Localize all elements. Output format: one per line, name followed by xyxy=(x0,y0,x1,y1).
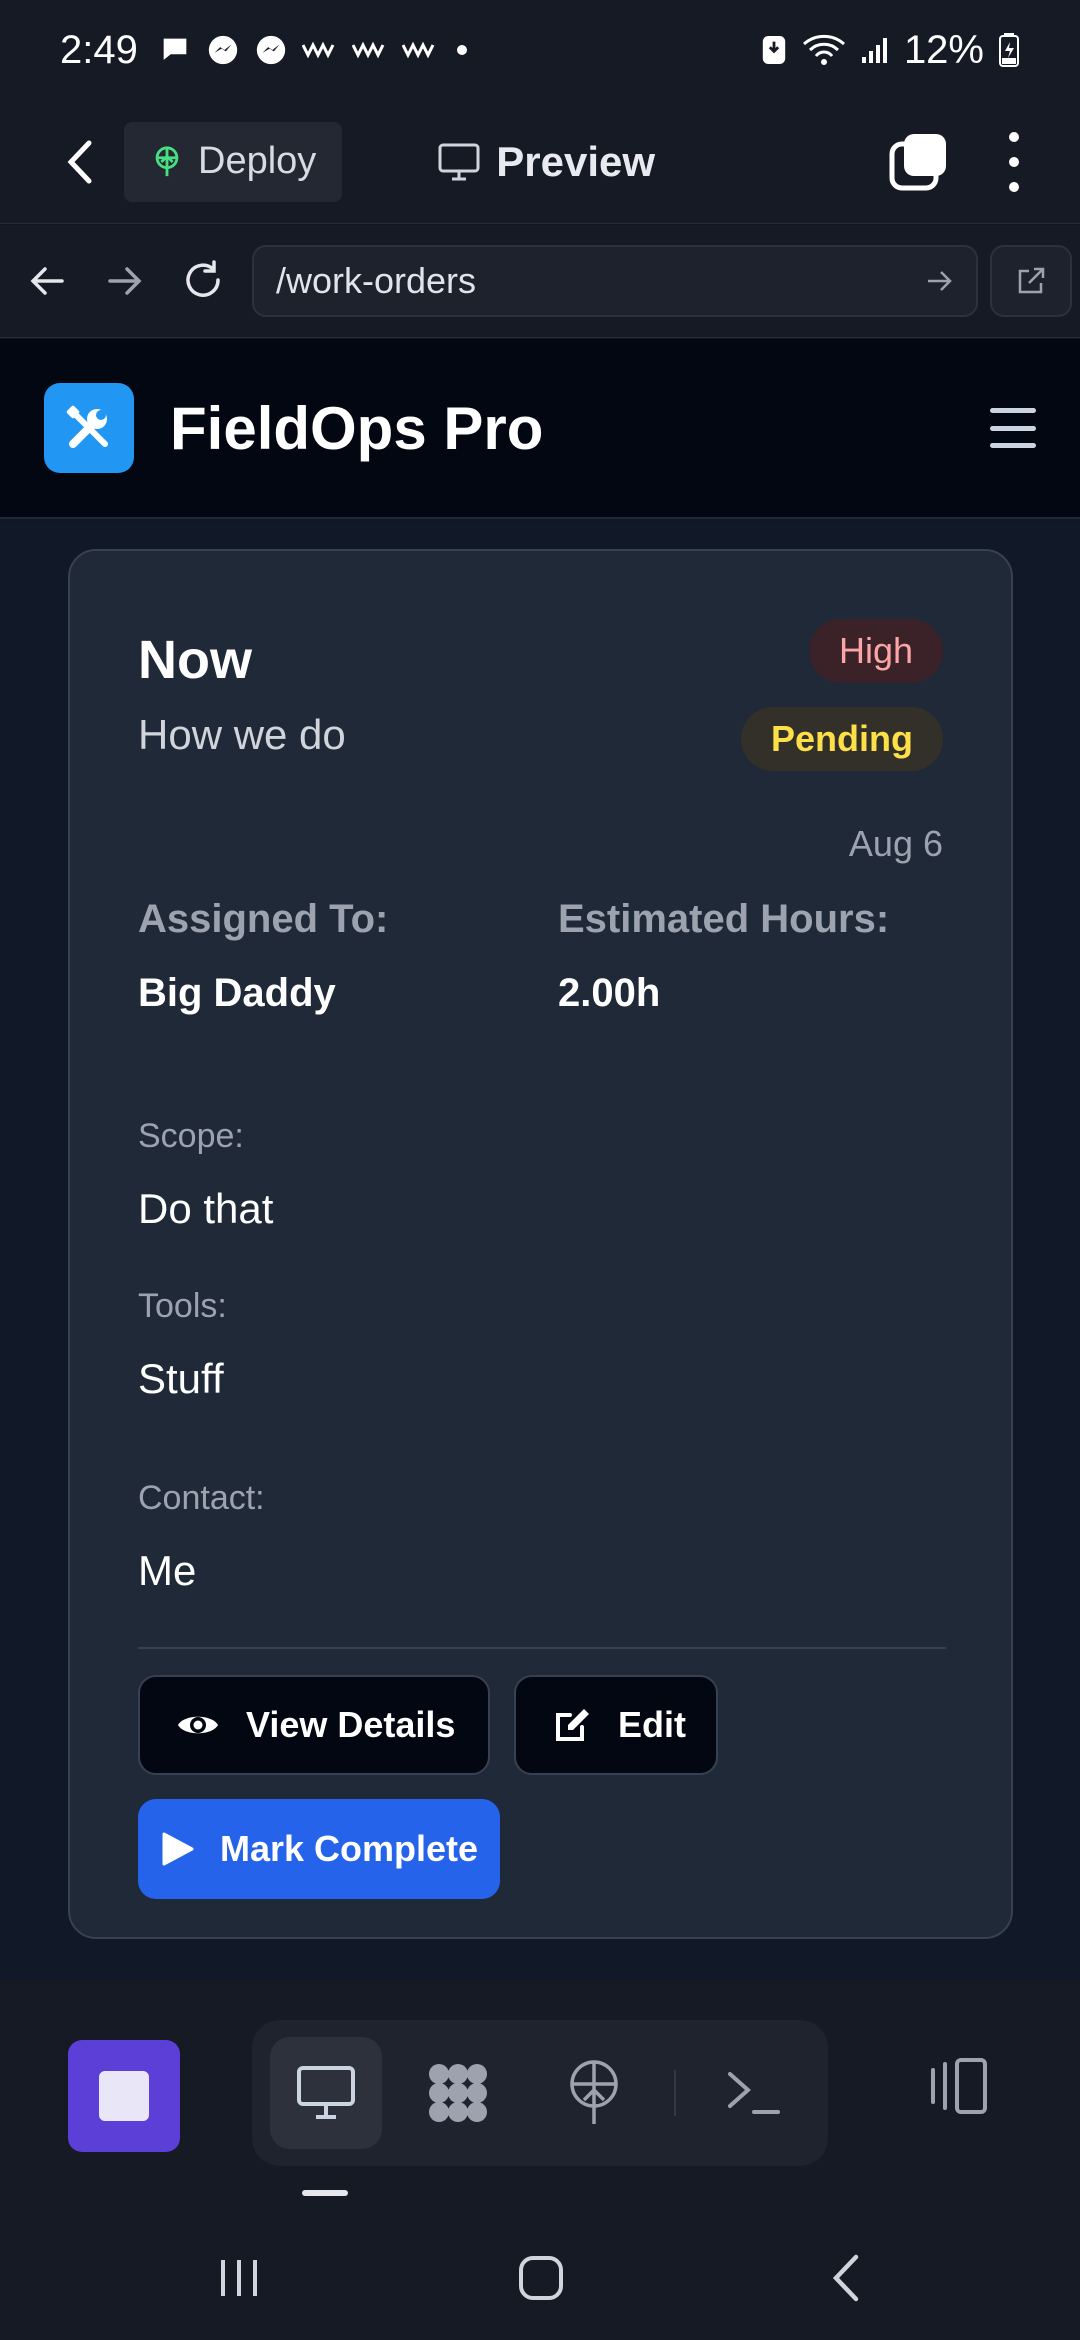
mark-complete-label: Mark Complete xyxy=(220,1828,479,1869)
preview-tab[interactable]: Preview xyxy=(438,138,655,186)
eye-icon xyxy=(178,1716,218,1734)
view-details-label: View Details xyxy=(246,1704,456,1745)
notification-icons xyxy=(158,33,472,67)
messenger-icon xyxy=(208,35,238,65)
hours-value: 2.00h xyxy=(558,971,661,1015)
wave-icon-2 xyxy=(351,41,385,59)
messenger-icon-2 xyxy=(256,35,286,65)
terminal-mode-button[interactable] xyxy=(698,2037,810,2149)
mode-switcher xyxy=(252,2020,828,2166)
dot-icon xyxy=(456,45,467,55)
url-bar: /work-orders xyxy=(0,225,1080,338)
browser-back-button[interactable] xyxy=(12,246,82,316)
stop-icon xyxy=(99,2071,149,2121)
url-input[interactable]: /work-orders xyxy=(252,245,978,317)
work-order-card: Now How we do High Pending Aug 6 Assigne… xyxy=(68,549,1013,1939)
chat-bubble-icon xyxy=(163,38,187,60)
android-navigation-bar xyxy=(0,2215,1080,2340)
mode-separator xyxy=(674,2070,676,2116)
view-details-button[interactable]: View Details xyxy=(138,1675,490,1775)
deploy-mode-button[interactable] xyxy=(538,2037,650,2149)
reload-icon xyxy=(186,260,220,297)
battery-saver-icon xyxy=(762,36,786,64)
tabs-icon[interactable] xyxy=(888,132,948,192)
home-icon xyxy=(519,2256,563,2300)
work-order-date: Aug 6 xyxy=(848,823,943,864)
wave-icon xyxy=(301,41,335,59)
work-order-subtitle: How we do xyxy=(138,711,346,758)
home-button[interactable] xyxy=(506,2243,576,2313)
edit-button[interactable]: Edit xyxy=(514,1675,718,1775)
arrow-right-icon xyxy=(108,267,142,295)
desktop-mode-button[interactable] xyxy=(270,2037,382,2149)
site-title: FieldOps Pro xyxy=(170,394,544,462)
scope-label: Scope: xyxy=(138,1117,244,1155)
deploy-icon xyxy=(155,145,179,176)
tools-label: Tools: xyxy=(138,1287,227,1325)
signal-icon xyxy=(861,38,887,63)
play-icon xyxy=(162,1832,194,1866)
edit-icon xyxy=(556,1709,589,1741)
active-mode-indicator xyxy=(302,2190,348,2196)
battery-charging-icon xyxy=(999,33,1019,67)
deploy-button[interactable]: Deploy xyxy=(124,121,343,202)
ide-bottom-bar xyxy=(0,1980,1080,2215)
site-header: FieldOps Pro xyxy=(0,339,1080,519)
scope-value: Do that xyxy=(138,1185,274,1232)
extensions-icon xyxy=(429,2064,487,2122)
status-right: 12% xyxy=(760,28,1020,73)
preview-label: Preview xyxy=(496,137,656,185)
tools-value: Stuff xyxy=(138,1355,224,1402)
assigned-value: Big Daddy xyxy=(138,971,336,1015)
system-back-icon xyxy=(832,2254,859,2302)
deploy-mode-icon xyxy=(570,2060,618,2124)
more-options-icon[interactable] xyxy=(1004,131,1024,192)
card-divider xyxy=(138,1647,946,1649)
external-link-icon xyxy=(1018,267,1045,294)
chevron-left-icon xyxy=(67,140,92,183)
extensions-mode-button[interactable] xyxy=(402,2037,514,2149)
priority-badge: High xyxy=(808,619,943,683)
go-arrow-icon[interactable] xyxy=(926,269,954,293)
wave-icon-3 xyxy=(401,41,435,59)
stop-button[interactable] xyxy=(68,2040,180,2152)
url-text: /work-orders xyxy=(276,260,477,301)
wifi-icon xyxy=(802,34,845,65)
arrow-left-icon xyxy=(30,267,64,295)
work-order-title: Now xyxy=(138,630,252,690)
app-logo[interactable] xyxy=(44,383,134,473)
hours-label: Estimated Hours: xyxy=(558,897,890,941)
panel-toggle-icon xyxy=(931,2058,987,2114)
browser-forward-button[interactable] xyxy=(90,246,160,316)
app-toolbar: Deploy Preview xyxy=(0,100,1080,224)
status-bar: 2:49 12% xyxy=(0,0,1080,100)
system-back-button[interactable] xyxy=(810,2243,880,2313)
open-external-button[interactable] xyxy=(990,245,1072,317)
recent-apps-button[interactable] xyxy=(204,2243,274,2313)
assigned-label: Assigned To: xyxy=(138,897,389,941)
battery-percent: 12% xyxy=(903,27,984,72)
panel-toggle-button[interactable] xyxy=(920,2050,992,2122)
recent-apps-icon xyxy=(221,2260,257,2296)
terminal-icon xyxy=(728,2072,780,2114)
contact-label: Contact: xyxy=(138,1479,265,1517)
back-button[interactable] xyxy=(40,122,120,202)
deploy-label: Deploy xyxy=(198,140,317,182)
monitor-icon xyxy=(438,143,480,180)
reload-button[interactable] xyxy=(168,246,238,316)
contact-value: Me xyxy=(138,1547,197,1594)
tools-icon xyxy=(66,405,108,448)
status-badge: Pending xyxy=(741,707,943,771)
status-time: 2:49 xyxy=(60,27,138,72)
work-orders-content: Now How we do High Pending Aug 6 Assigne… xyxy=(0,521,1080,1981)
mark-complete-button[interactable]: Mark Complete xyxy=(138,1799,500,1899)
menu-icon[interactable] xyxy=(990,408,1036,448)
edit-label: Edit xyxy=(618,1704,686,1745)
desktop-icon xyxy=(297,2066,355,2119)
